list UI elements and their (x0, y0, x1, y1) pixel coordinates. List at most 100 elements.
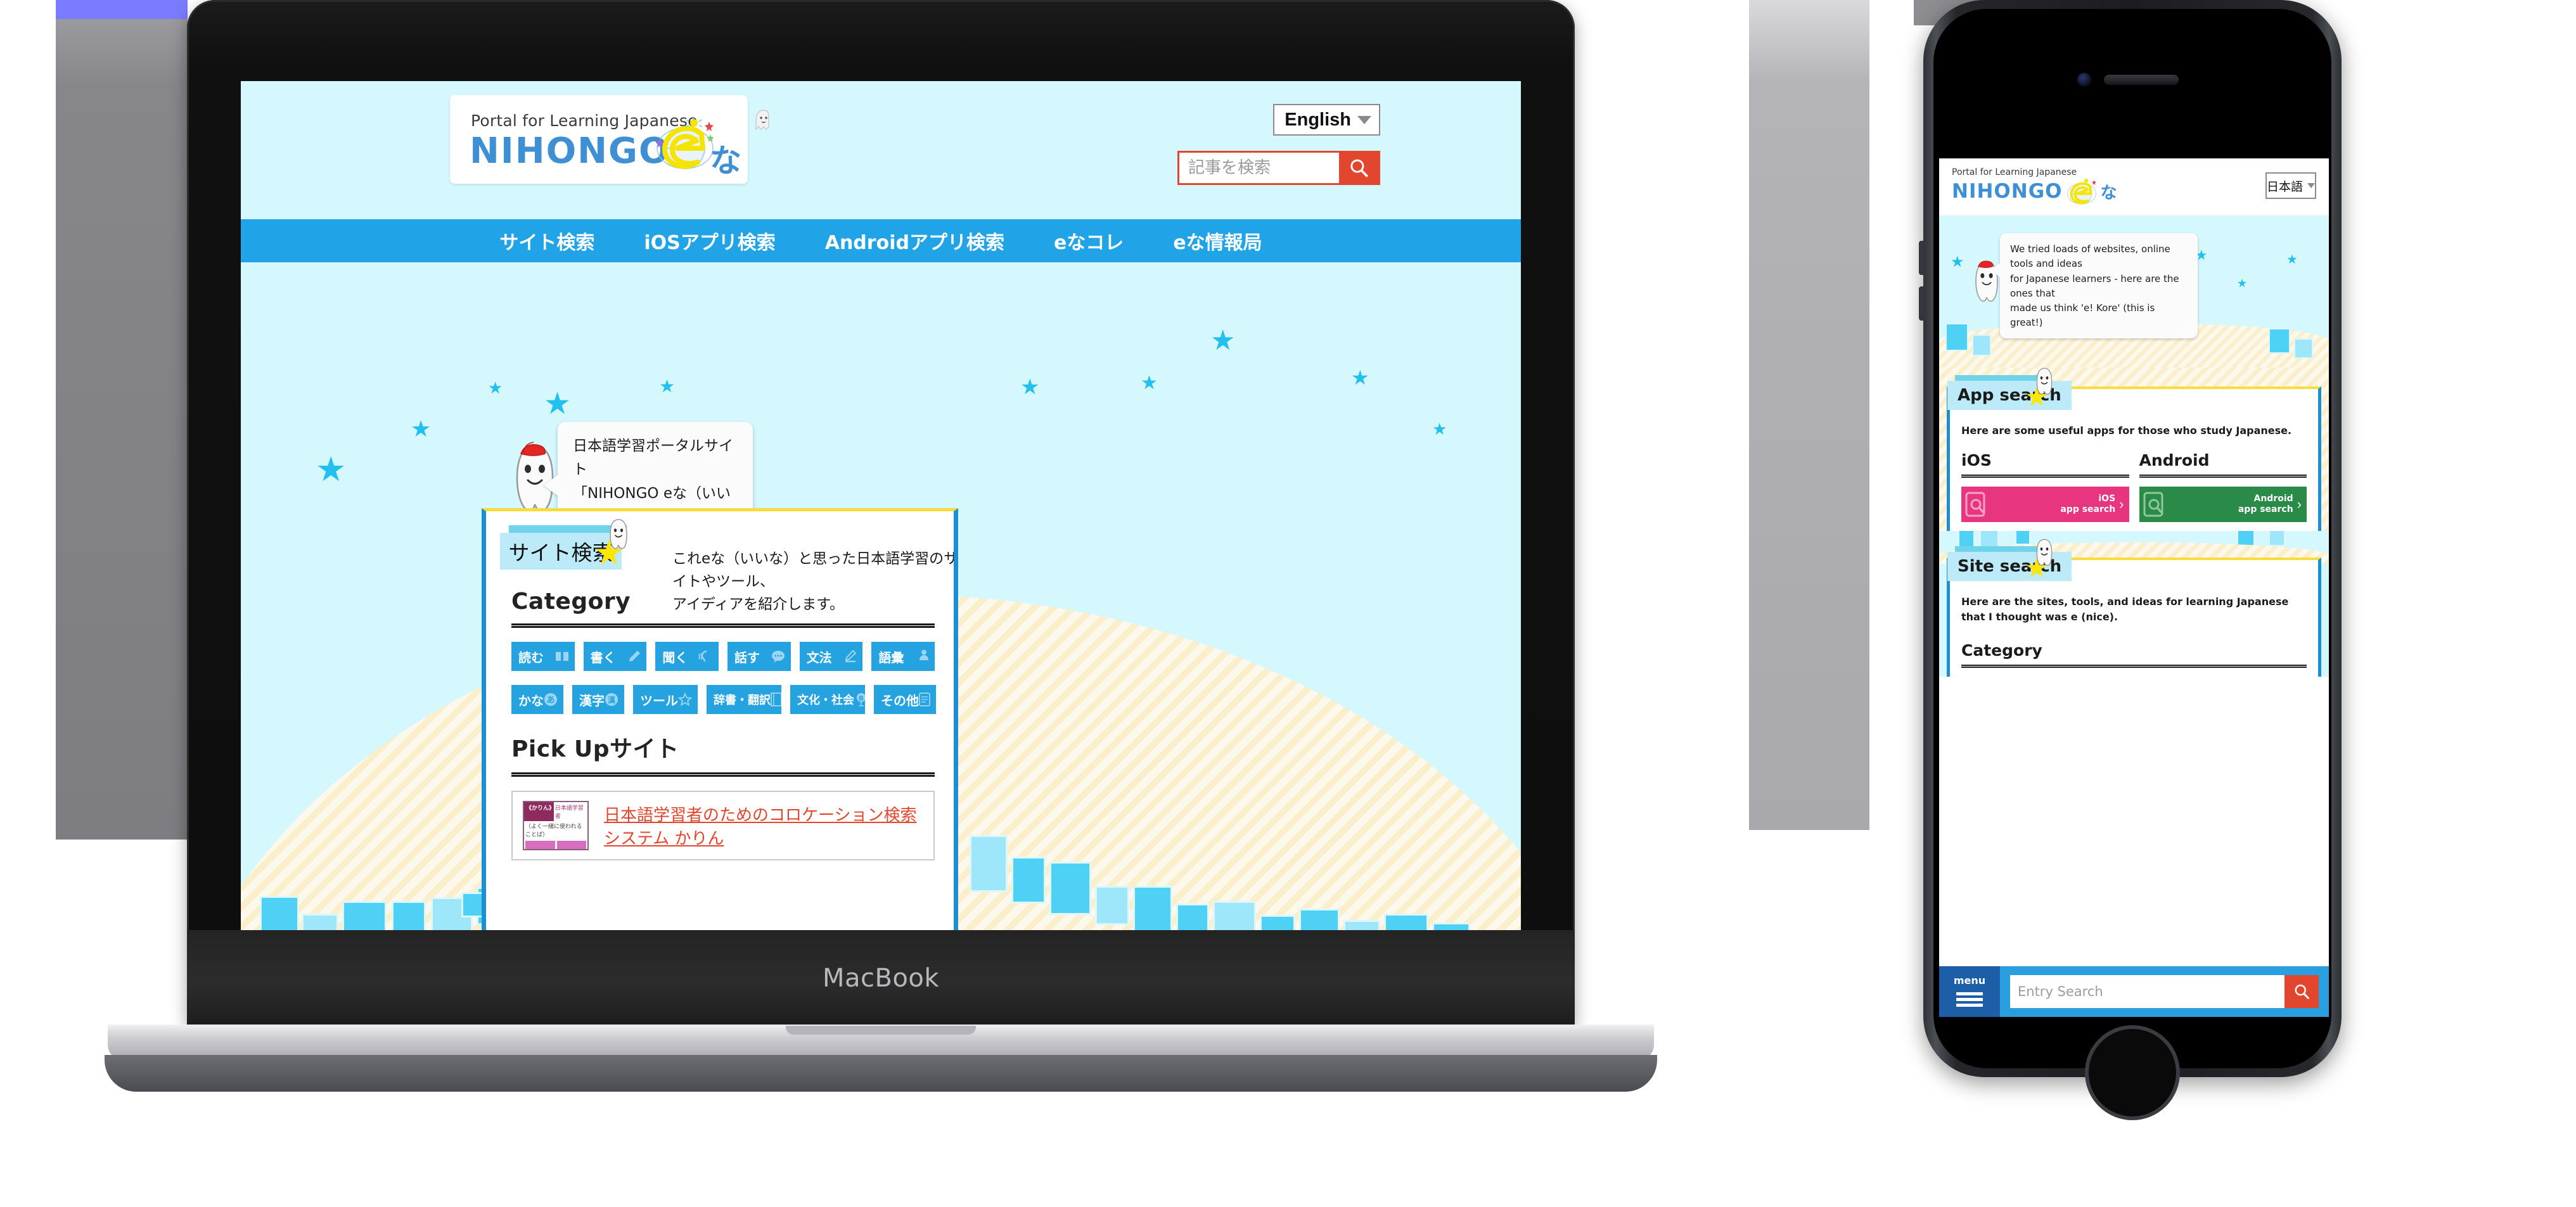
search-button[interactable] (1339, 153, 1378, 183)
document-icon (919, 693, 930, 706)
site-logo[interactable]: Portal for Learning Japanese NIHONGO な (450, 95, 769, 184)
hero-banner: ★ ★ ★ ★ ★ ★ ★ ★ ★ ★ 日本語学習ポータルサイト 「NIHONG… (241, 262, 1521, 930)
pickup-block: Pick Upサイト (511, 731, 935, 777)
category-tag-label: 文化・社会 (797, 694, 854, 707)
decorative-star: ★ (2286, 253, 2298, 267)
decorative-star: ★ (1141, 373, 1158, 393)
hero-bubble-line-1: 日本語学習ポータルサイト (573, 438, 733, 478)
language-selector[interactable]: English (1273, 104, 1380, 136)
hiragana-a-icon: あ (544, 693, 558, 706)
svg-text:祭: 祭 (859, 695, 864, 701)
app-search-lead: Here are some useful apps for those who … (1961, 425, 2292, 437)
decorative-star: ★ (1432, 419, 1447, 438)
android-app-search-button[interactable]: Android app search › (2139, 487, 2307, 522)
category-tag-culture[interactable]: 文化・社会 祭 (790, 685, 866, 714)
ios-button-line-2: app search (2060, 504, 2116, 514)
category-tag-kana[interactable]: かな あ (511, 685, 563, 714)
category-tag-dictionary[interactable]: 辞書・翻訳 (707, 685, 782, 714)
search-icon (1350, 159, 1368, 177)
menu-button[interactable]: menu (1939, 966, 2000, 1017)
category-tag-label: 漢字 (579, 693, 605, 708)
nav-item-ios-app-search[interactable]: iOSアプリ検索 (644, 227, 775, 255)
entry-search-button[interactable] (2284, 975, 2319, 1008)
earpiece-speaker-icon (2104, 75, 2179, 85)
decorative-star: ★ (1020, 375, 1040, 399)
chevron-right-icon: › (2119, 496, 2124, 512)
background-purple-block (56, 0, 188, 20)
mobile-category-heading: Category (1961, 641, 2042, 660)
category-tag-vocabulary[interactable]: 語彙 (871, 642, 935, 671)
nav-item-ena-kore[interactable]: eなコレ (1054, 227, 1124, 255)
section-tab-label: サイト検索 (508, 540, 613, 565)
person-icon (919, 649, 929, 663)
volume-up-button[interactable] (1919, 241, 1924, 275)
divider (2139, 475, 2307, 478)
pickup-item-link[interactable]: 日本語学習者のためのコロケーション検索システム かりん (604, 802, 923, 849)
section-lead-text: これeな（いいな）と思った日本語学習のサイトやツール、 アイディアを紹介します。 (672, 548, 958, 616)
thumb-title: 日本語学習者 (554, 805, 584, 819)
decorative-star: ★ (488, 378, 503, 397)
category-tag-grammar[interactable]: 文法 (799, 642, 863, 671)
section-lead-line-1: これeな（いいな）と思った日本語学習のサイトやツール、 (672, 551, 958, 590)
ghost-mascot-small-icon (610, 519, 627, 549)
nav-item-site-search[interactable]: サイト検索 (499, 227, 594, 255)
nav-item-android-app-search[interactable]: Androidアプリ検索 (825, 227, 1004, 255)
mobile-bubble-line-3: made us think 'e! Kore' (this is great!) (2010, 302, 2155, 329)
macbook-foot (105, 1055, 1657, 1092)
category-tag-label: 聞く (662, 649, 688, 665)
category-tag-listen[interactable]: 聞く (655, 642, 719, 671)
category-tag-read[interactable]: 読む (511, 642, 575, 671)
category-tag-other[interactable]: その他 (874, 685, 936, 714)
nav-item-ena-news[interactable]: eな情報局 (1173, 227, 1262, 255)
site-header: Portal for Learning Japanese NIHONGO な E… (241, 81, 1521, 219)
decorative-star: ★ (2237, 277, 2248, 290)
site-search-section-header: サイト検索 これeな（いいな）と思った日本語学習のサイトやツール、 アイディアを… (500, 519, 954, 613)
entry-search-input[interactable] (2010, 975, 2284, 1008)
search-input[interactable] (1179, 153, 1339, 183)
background-gray-panel-right (1749, 0, 1869, 830)
chevron-down-icon (2307, 183, 2315, 188)
decorative-star: ★ (1351, 366, 1369, 389)
mobile-app-search-band: App search Here are some useful apps for… (1939, 367, 2329, 531)
mobile-app-search-header: App search (1947, 367, 2318, 410)
decorative-star: ★ (411, 416, 432, 442)
category-tag-kanji[interactable]: 漢字 漢 (572, 685, 624, 714)
desktop-webpage: Portal for Learning Japanese NIHONGO な E… (241, 81, 1521, 930)
ios-app-search-button[interactable]: iOS app search › (1961, 487, 2129, 522)
background-gray-panel-left (56, 19, 188, 840)
logo-e-globe-icon (656, 117, 714, 169)
header-search[interactable] (1177, 151, 1380, 185)
mobile-language-selector[interactable]: 日本語 (2265, 172, 2316, 199)
divider (1961, 665, 2307, 668)
category-tag-row-1: 読む 書く 聞く 話す 文法 語彙 (511, 642, 935, 671)
volume-down-button[interactable] (1919, 286, 1924, 321)
divider (511, 623, 935, 628)
ios-button-line-1: iOS (2098, 494, 2116, 504)
logo-wordmark: NIHONGO (470, 131, 670, 172)
marker-pen-icon (844, 650, 857, 663)
pickup-heading: Pick Upサイト (511, 736, 679, 762)
mobile-hero-speech-bubble: We tried loads of websites, online tools… (1990, 233, 2198, 338)
hamburger-icon (1956, 990, 1983, 1009)
android-button-line-2: app search (2238, 504, 2293, 514)
search-icon (2295, 984, 2310, 999)
mobile-bubble-line-2: for Japanese learners - here are the one… (2010, 272, 2179, 299)
category-tag-tools[interactable]: ツール (633, 685, 698, 714)
mobile-site-logo[interactable]: Portal for Learning Japanese NIHONGO な (1952, 167, 2142, 207)
mobile-logo-wordmark: NIHONGO (1952, 180, 2063, 203)
decorative-star: ★ (1210, 325, 1236, 356)
app-search-column-android: Android Android app search › (2139, 451, 2307, 522)
mobile-logo-tagline: Portal for Learning Japanese (1952, 167, 2077, 177)
decorative-star: ★ (659, 376, 676, 396)
category-tag-label: 辞書・翻訳 (714, 694, 771, 707)
category-tag-label: 書く (590, 649, 616, 665)
category-tag-speak[interactable]: 話す (727, 642, 791, 671)
home-button[interactable] (2085, 1025, 2180, 1120)
mobile-bottom-bar: menu (1939, 966, 2329, 1017)
macbook-screen: Portal for Learning Japanese NIHONGO な E… (241, 81, 1521, 930)
pickup-list-item[interactable]: 《かりん》 日本語学習者 （よく一緒に使われることば） 日本語学習者のためのコロ… (511, 791, 935, 860)
category-tag-write[interactable]: 書く (583, 642, 647, 671)
phone-search-icon (2143, 492, 2163, 517)
mobile-entry-search[interactable] (2010, 975, 2319, 1008)
category-tag-label: ツール (640, 693, 678, 708)
